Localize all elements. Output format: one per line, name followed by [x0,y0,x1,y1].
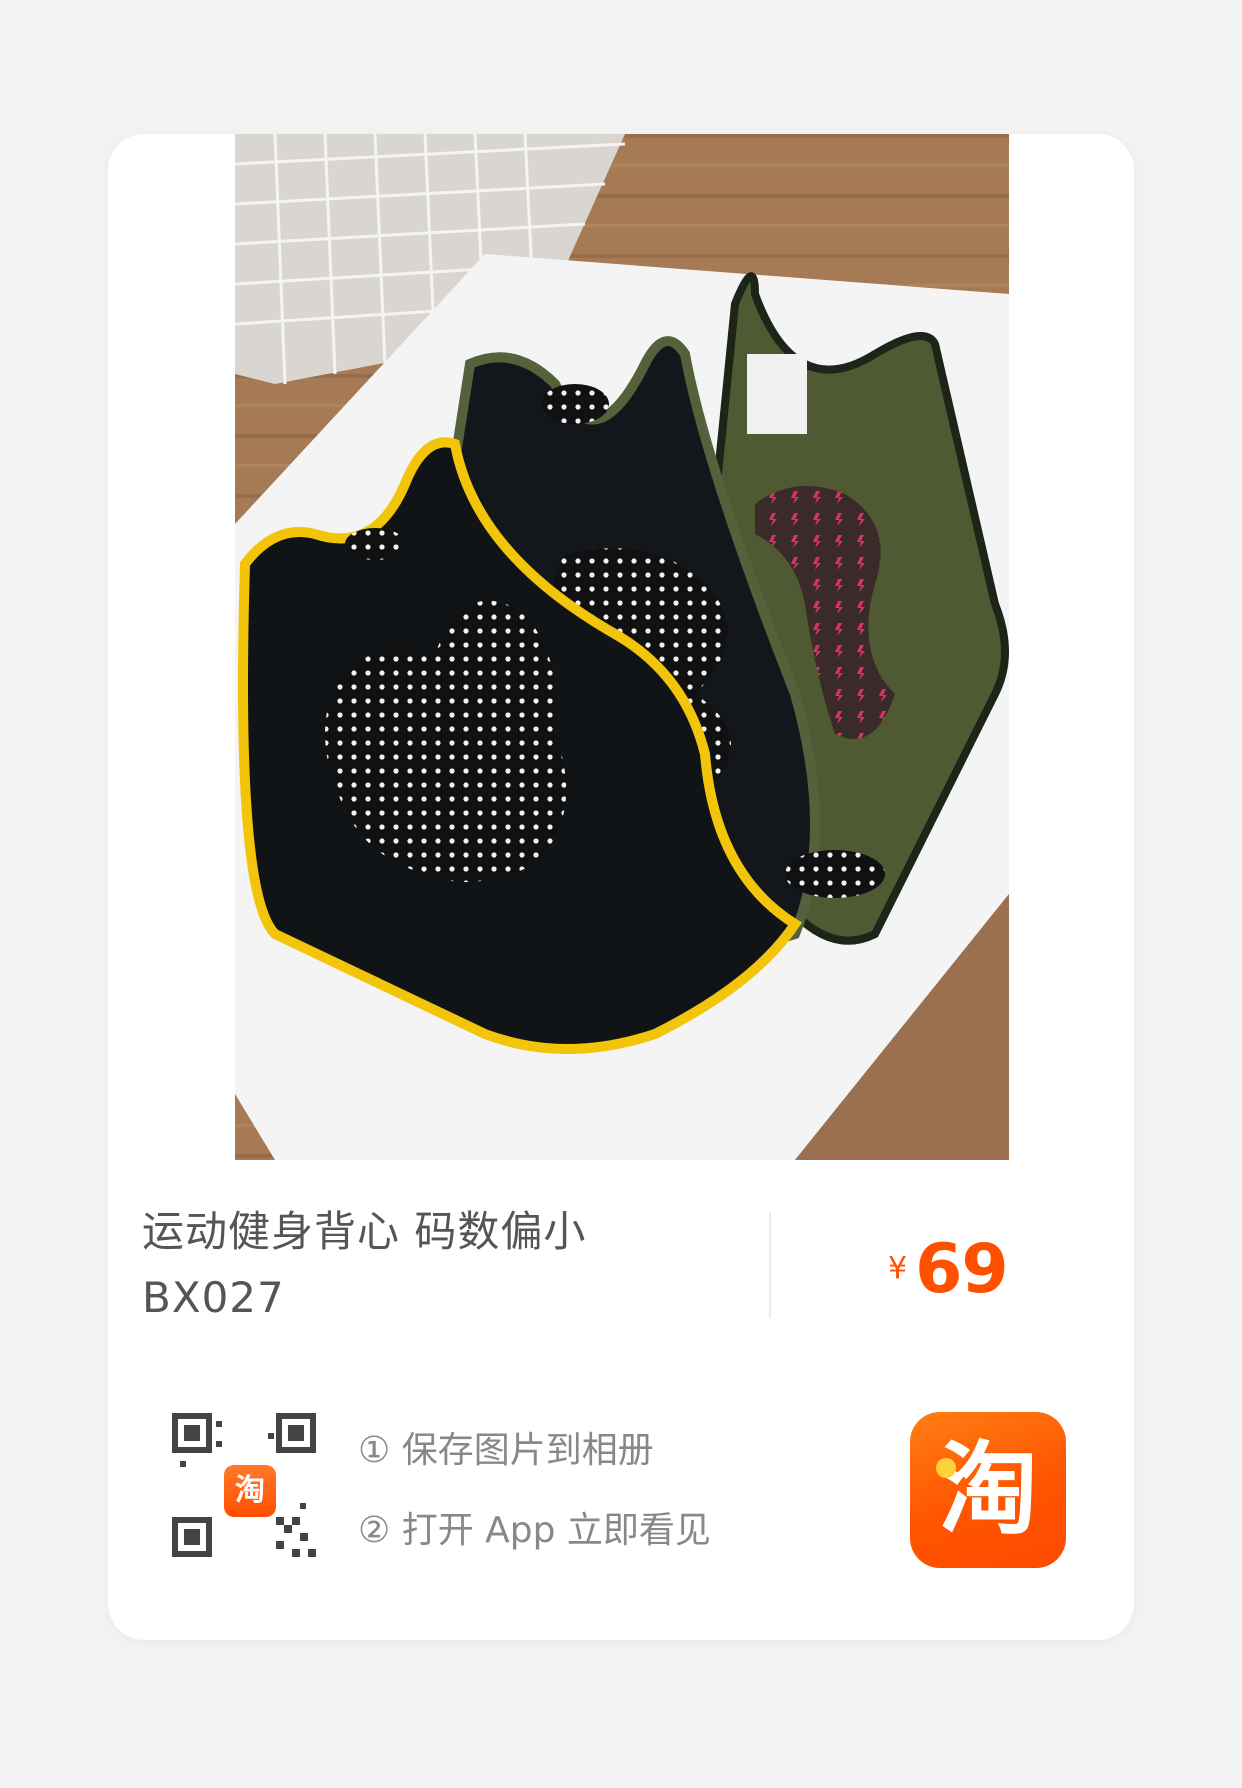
step-save-image: ① 保存图片到相册 [358,1430,654,1471]
product-image[interactable] [235,134,1009,1160]
taobao-app-icon[interactable]: 淘 [910,1412,1066,1568]
product-title-line1: 运动健身背心 码数偏小 [142,1207,587,1256]
product-sku: BX027 [142,1273,285,1322]
step-open-app: ② 打开 App 立即看见 [358,1510,711,1551]
taobao-badge-icon: 淘 [224,1465,276,1517]
share-instructions: ① 保存图片到相册 ② 打开 App 立即看见 [358,1411,711,1571]
logo-dot [936,1458,956,1478]
price-currency: ¥ [888,1251,908,1286]
taobao-app-logo-text: 淘 [938,1431,1038,1548]
price-amount: 69 [915,1230,1009,1309]
product-title: 运动健身背心 码数偏小 BX027 [142,1199,702,1331]
product-price: ¥69 [888,1230,1009,1309]
divider [769,1212,771,1318]
product-share-card: 运动健身背心 码数偏小 BX027 ¥69 淘 ① 保存图片到相册 ② 打开 A… [108,134,1134,1640]
